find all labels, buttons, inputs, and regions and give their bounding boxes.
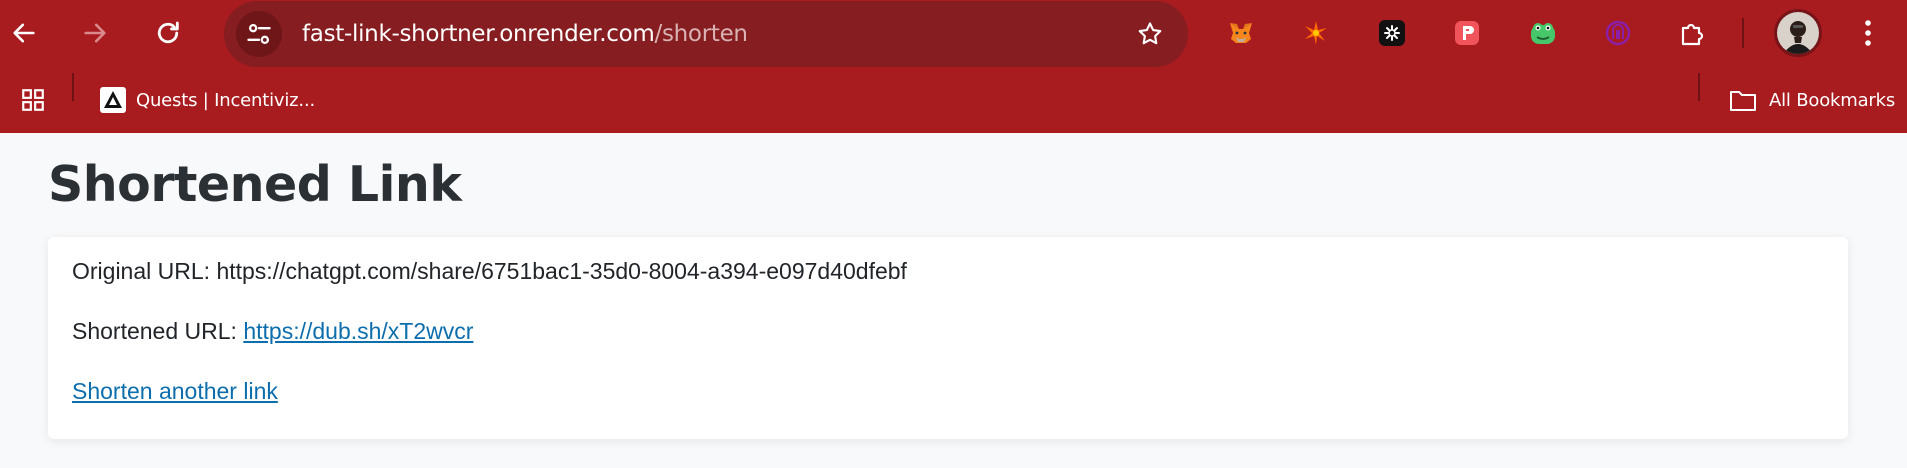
quests-favicon-icon <box>100 87 126 113</box>
metamask-icon[interactable] <box>1224 16 1258 50</box>
toolbar-divider <box>1742 18 1744 48</box>
tune-icon <box>247 23 271 45</box>
back-arrow-icon <box>13 23 35 43</box>
reload-button[interactable] <box>144 9 192 57</box>
url-text[interactable]: fast-link-shortner.onrender.com/shorten <box>302 19 748 49</box>
original-url-label: Original URL: <box>72 258 211 284</box>
profile-avatar[interactable] <box>1774 9 1822 57</box>
back-button[interactable] <box>0 9 48 57</box>
original-url-row: Original URL: https://chatgpt.com/share/… <box>72 258 907 285</box>
browser-toolbar: fast-link-shortner.onrender.com/shorten <box>0 0 1907 67</box>
page-title: Shortened Link <box>48 156 462 213</box>
profile-photo <box>1777 12 1819 54</box>
shortened-url-row: Shortened URL: https://dub.sh/xT2wvcr <box>72 318 473 345</box>
dark-extension-icon[interactable] <box>1375 16 1409 50</box>
puzzle-icon[interactable] <box>1676 16 1710 50</box>
forward-button[interactable] <box>71 9 119 57</box>
original-url-value: https://chatgpt.com/share/6751bac1-35d0-… <box>216 258 907 284</box>
frog-extension-icon[interactable] <box>1526 16 1560 50</box>
url-path: /shorten <box>654 21 748 47</box>
reload-icon <box>157 21 179 44</box>
address-bar[interactable]: fast-link-shortner.onrender.com/shorten <box>224 1 1188 67</box>
bookmarks-bar: Quests | Incentiviz... All Bookmarks <box>0 66 1907 133</box>
bookmarks-divider <box>72 73 74 101</box>
folder-icon <box>1730 91 1756 111</box>
shorten-another-link[interactable]: Shorten another link <box>72 378 278 404</box>
menu-kebab-icon[interactable] <box>1856 17 1880 49</box>
site-info-button[interactable] <box>236 11 282 57</box>
page-content: Shortened Link Original URL: https://cha… <box>0 133 1907 468</box>
red-p-extension-icon[interactable] <box>1450 16 1484 50</box>
shorten-another-row: Shorten another link <box>72 378 278 405</box>
bookmarks-divider-right <box>1698 73 1700 101</box>
bookmark-star-icon[interactable] <box>1136 20 1164 48</box>
shortened-url-link[interactable]: https://dub.sh/xT2wvcr <box>243 318 473 344</box>
result-card: Original URL: https://chatgpt.com/share/… <box>48 237 1848 439</box>
url-host: fast-link-shortner.onrender.com <box>302 21 655 47</box>
purple-extension-icon[interactable] <box>1601 16 1635 50</box>
apps-grid-icon[interactable] <box>20 87 46 113</box>
bookmark-label: Quests | Incentiviz... <box>136 89 315 111</box>
forward-arrow-icon <box>84 23 106 43</box>
bookmark-item[interactable]: Quests | Incentiviz... <box>100 86 315 114</box>
all-bookmarks-button[interactable]: All Bookmarks <box>1729 86 1895 114</box>
shortened-url-label: Shortened URL: <box>72 318 237 344</box>
sparkle-extension-icon[interactable] <box>1299 16 1333 50</box>
browser-chrome: fast-link-shortner.onrender.com/shorten <box>0 0 1907 133</box>
all-bookmarks-label: All Bookmarks <box>1769 89 1896 111</box>
